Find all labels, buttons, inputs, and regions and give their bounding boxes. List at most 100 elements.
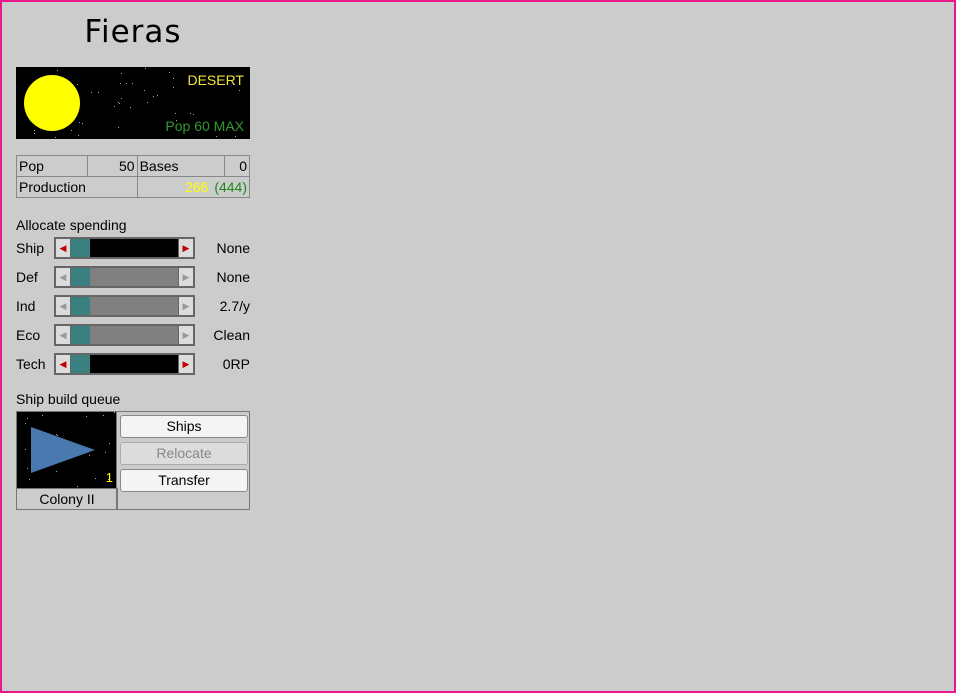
- star: [55, 137, 56, 138]
- ship-design-view[interactable]: 1: [17, 412, 117, 488]
- star: [98, 92, 99, 93]
- increase-arrow-icon[interactable]: ▶: [179, 326, 193, 344]
- slider-fill: [71, 355, 91, 373]
- star: [147, 102, 148, 103]
- star: [34, 130, 35, 131]
- star: [121, 98, 122, 99]
- colony-ship-icon: [31, 427, 95, 473]
- increase-arrow-icon[interactable]: ▶: [179, 355, 193, 373]
- slider-fill: [71, 297, 91, 315]
- ships-button[interactable]: Ships: [120, 415, 248, 438]
- defense-spending-slider[interactable]: ◀ ▶: [54, 266, 195, 288]
- star: [57, 70, 58, 71]
- star: [132, 83, 133, 84]
- production-label: Production: [16, 176, 138, 198]
- decrease-arrow-icon[interactable]: ◀: [56, 297, 70, 315]
- star: [82, 123, 83, 124]
- slider-fill: [71, 268, 91, 286]
- star: [173, 78, 174, 79]
- planet-max-pop-label: Pop 60 MAX: [165, 118, 244, 134]
- production-cell: 266 (444): [136, 176, 251, 198]
- bases-value: 0: [223, 155, 251, 177]
- star: [91, 92, 92, 93]
- production-total: (444): [214, 179, 247, 195]
- star: [239, 90, 240, 91]
- star: [169, 72, 170, 73]
- star: [114, 106, 115, 107]
- star: [121, 73, 122, 74]
- planet-type-label: DESERT: [187, 72, 244, 88]
- slider-track[interactable]: [70, 268, 179, 286]
- star: [173, 87, 174, 88]
- star: [78, 135, 79, 136]
- alloc-label-ship: Ship: [16, 240, 45, 256]
- planet-name: Fieras: [84, 14, 182, 50]
- star: [118, 127, 119, 128]
- alloc-row-ind: Ind ◀ ▶ 2.7/y: [16, 295, 250, 317]
- ship-design-name: Colony II: [17, 488, 118, 510]
- star: [119, 103, 120, 104]
- decrease-arrow-icon[interactable]: ◀: [56, 355, 70, 373]
- bases-label: Bases: [136, 155, 225, 177]
- star: [157, 95, 158, 96]
- slider-fill: [71, 239, 91, 257]
- slider-track[interactable]: [70, 326, 179, 344]
- star: [118, 102, 119, 103]
- ship-spending-slider[interactable]: ◀ ▶: [54, 237, 195, 259]
- transfer-button[interactable]: Transfer: [120, 469, 248, 492]
- decrease-arrow-icon[interactable]: ◀: [56, 326, 70, 344]
- ship-build-queue-heading: Ship build queue: [16, 391, 121, 407]
- alloc-label-ind: Ind: [16, 298, 36, 314]
- alloc-label-def: Def: [16, 269, 38, 285]
- stats-row-production: Production 266 (444): [16, 176, 251, 198]
- alloc-label-eco: Eco: [16, 327, 41, 343]
- planet-globe-icon: [24, 75, 80, 131]
- alloc-row-tech: Tech ◀ ▶ 0RP: [16, 353, 250, 375]
- ship-count: 1: [105, 470, 113, 485]
- slider-track[interactable]: [70, 239, 179, 257]
- relocate-button[interactable]: Relocate: [120, 442, 248, 465]
- alloc-value-def: None: [216, 269, 250, 285]
- allocate-spending-heading: Allocate spending: [16, 217, 127, 233]
- increase-arrow-icon[interactable]: ▶: [179, 297, 193, 315]
- ecology-spending-slider[interactable]: ◀ ▶: [54, 324, 195, 346]
- slider-track[interactable]: [70, 355, 179, 373]
- alloc-value-tech: 0RP: [222, 356, 250, 372]
- alloc-label-tech: Tech: [16, 356, 46, 372]
- star: [120, 83, 121, 84]
- ship-build-queue: 1 Colony II Ships Relocate Transfer: [16, 411, 250, 510]
- star: [153, 96, 154, 97]
- slider-track[interactable]: [70, 297, 179, 315]
- industry-spending-slider[interactable]: ◀ ▶: [54, 295, 195, 317]
- star: [190, 113, 191, 114]
- pop-value: 50: [87, 155, 138, 177]
- tech-spending-slider[interactable]: ◀ ▶: [54, 353, 195, 375]
- alloc-value-ind: 2.7/y: [219, 298, 250, 314]
- slider-fill: [71, 326, 91, 344]
- pop-label: Pop: [15, 155, 89, 177]
- star: [216, 136, 217, 137]
- planet-view: DESERT Pop 60 MAX: [16, 67, 250, 139]
- star: [79, 122, 80, 123]
- stats-row-pop-bases: Pop 50 Bases 0: [15, 155, 251, 177]
- star: [175, 113, 176, 114]
- decrease-arrow-icon[interactable]: ◀: [56, 268, 70, 286]
- star: [126, 83, 127, 84]
- alloc-row-eco: Eco ◀ ▶ Clean: [16, 324, 250, 346]
- star: [144, 90, 145, 91]
- star: [235, 136, 236, 137]
- alloc-value-eco: Clean: [213, 327, 250, 343]
- star: [71, 130, 72, 131]
- planet-stats-table: Pop 50 Bases 0 Production 266 (444): [15, 155, 251, 198]
- star: [145, 68, 146, 69]
- star: [77, 84, 78, 85]
- alloc-value-ship: None: [216, 240, 250, 256]
- alloc-row-ship: Ship ◀ ▶ None: [16, 237, 250, 259]
- increase-arrow-icon[interactable]: ▶: [179, 239, 193, 257]
- production-value: 266: [184, 179, 209, 195]
- star: [34, 133, 35, 134]
- star: [193, 114, 194, 115]
- decrease-arrow-icon[interactable]: ◀: [56, 239, 70, 257]
- alloc-row-def: Def ◀ ▶ None: [16, 266, 250, 288]
- increase-arrow-icon[interactable]: ▶: [179, 268, 193, 286]
